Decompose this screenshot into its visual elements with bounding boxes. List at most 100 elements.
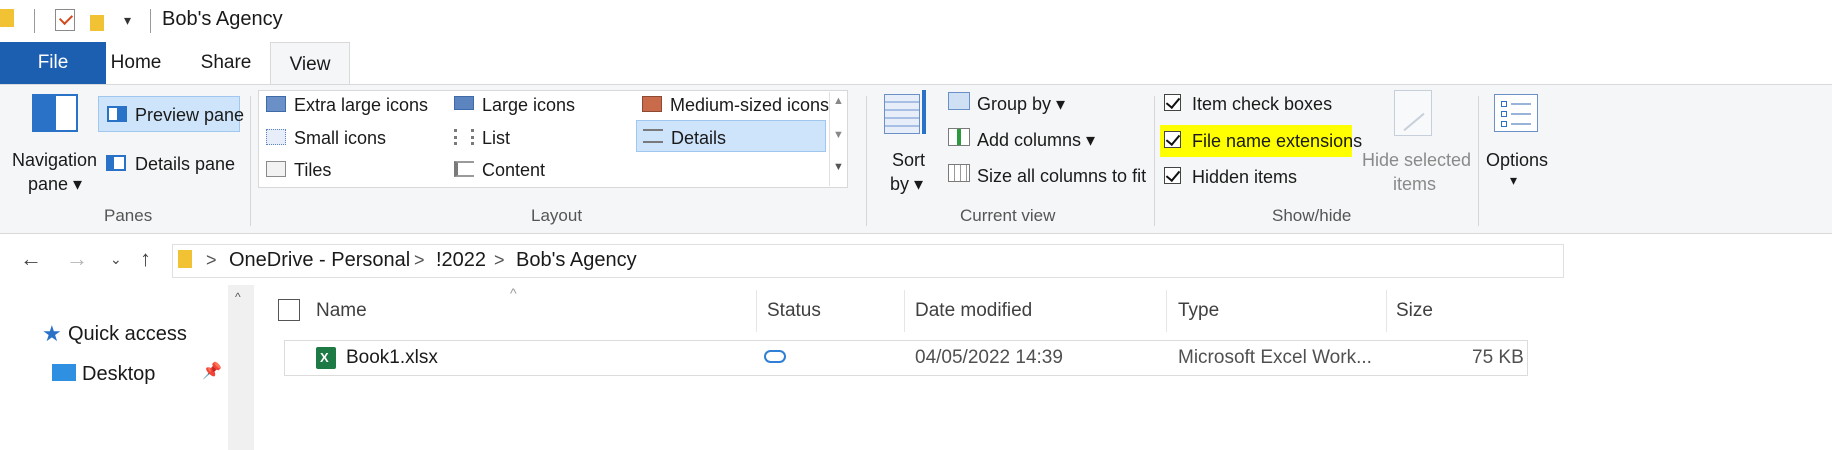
layout-large-icons[interactable]: Large icons — [482, 96, 575, 114]
sidebar-item-desktop[interactable]: Desktop — [82, 364, 155, 384]
gallery-scroll-up-icon[interactable]: ▲ — [833, 96, 844, 107]
navigation-pane-dropdown[interactable]: pane ▾ — [28, 175, 82, 193]
sort-by-dropdown[interactable]: by ▾ — [890, 175, 923, 193]
properties-icon[interactable] — [55, 9, 75, 31]
navigation-pane-label[interactable]: Navigation — [12, 151, 97, 169]
layout-details[interactable]: Details — [636, 120, 826, 152]
item-check-boxes-checkbox[interactable] — [1164, 94, 1181, 111]
breadcrumb-onedrive[interactable]: OneDrive - Personal — [229, 250, 410, 270]
group-label-layout: Layout — [531, 206, 583, 225]
layout-medium-sized-icons[interactable]: Medium-sized icons — [670, 96, 829, 114]
options-dropdown-icon[interactable]: ▾ — [1510, 173, 1517, 187]
size-columns-icon — [948, 164, 970, 182]
up-arrow-icon[interactable]: ↑ — [140, 248, 151, 270]
forward-arrow-icon[interactable]: → — [66, 248, 88, 270]
column-header-size[interactable]: Size — [1396, 301, 1433, 320]
details-icon — [643, 129, 663, 143]
breadcrumb-2022[interactable]: !2022 — [436, 250, 486, 270]
column-separator[interactable] — [1386, 290, 1387, 332]
preview-pane-button[interactable]: Preview pane — [98, 96, 244, 132]
sidebar-item-quick-access[interactable]: Quick access — [68, 324, 187, 344]
toolbar-separator — [34, 9, 35, 33]
breadcrumb-separator[interactable]: > — [206, 251, 217, 269]
breadcrumb-separator[interactable]: > — [414, 251, 425, 269]
group-by-button[interactable]: Group by ▾ — [977, 95, 1065, 113]
hide-selected-icon[interactable] — [1394, 90, 1432, 136]
large-icons-icon — [454, 96, 474, 110]
gallery-expand-icon[interactable]: ▼ — [833, 162, 844, 173]
preview-pane-icon — [107, 106, 127, 122]
sidebar-scrollbar[interactable]: ^ — [228, 285, 254, 450]
folder-icon — [0, 9, 14, 27]
layout-list[interactable]: List — [482, 129, 510, 147]
group-label-show-hide: Show/hide — [1272, 206, 1352, 225]
hide-selected-label-2[interactable]: items — [1393, 175, 1436, 193]
back-arrow-icon[interactable]: ← — [20, 248, 42, 270]
tiles-icon — [266, 161, 286, 177]
size-all-columns-button[interactable]: Size all columns to fit — [977, 167, 1146, 185]
tab-file[interactable]: File — [0, 42, 106, 84]
group-label-panes: Panes — [104, 206, 153, 225]
customize-toolbar-dropdown[interactable]: ▾ — [124, 13, 131, 27]
tab-home[interactable]: Home — [106, 42, 166, 84]
hide-selected-label[interactable]: Hide selected — [1362, 151, 1471, 169]
scroll-up-icon[interactable]: ^ — [235, 291, 241, 303]
medium-icons-icon — [642, 96, 662, 112]
navigation-pane-icon[interactable] — [32, 94, 78, 132]
column-separator[interactable] — [756, 290, 757, 332]
sort-by-icon[interactable] — [884, 94, 920, 134]
column-separator[interactable] — [1166, 290, 1167, 332]
file-name-extensions-checkbox[interactable] — [1164, 131, 1181, 148]
small-icons-icon — [266, 129, 286, 145]
breadcrumb-bobs-agency[interactable]: Bob's Agency — [516, 250, 637, 270]
column-header-status[interactable]: Status — [767, 301, 821, 320]
column-header-name[interactable]: Name — [316, 301, 367, 320]
file-name-extensions-label[interactable]: File name extensions — [1192, 132, 1362, 150]
details-pane-label[interactable]: Details pane — [135, 155, 235, 173]
options-button[interactable]: Options — [1486, 151, 1548, 169]
details-pane-icon[interactable] — [106, 155, 126, 171]
layout-small-icons[interactable]: Small icons — [294, 129, 386, 147]
file-type: Microsoft Excel Work... — [1178, 347, 1372, 368]
column-header-date-modified[interactable]: Date modified — [915, 301, 1032, 320]
content-icon — [454, 161, 474, 177]
layout-details-label: Details — [671, 128, 727, 148]
sort-arrow-icon — [922, 90, 926, 134]
new-folder-icon[interactable] — [90, 13, 106, 31]
tab-view[interactable]: View — [270, 42, 350, 86]
add-columns-button[interactable]: Add columns ▾ — [977, 131, 1095, 149]
group-separator — [1478, 96, 1479, 226]
gallery-scroll-down-icon[interactable]: ▼ — [833, 130, 844, 141]
group-separator — [250, 96, 251, 226]
options-icon[interactable] — [1494, 94, 1538, 132]
pin-icon[interactable]: 📌 — [202, 364, 222, 380]
toolbar-separator — [150, 9, 151, 33]
tab-share[interactable]: Share — [194, 42, 258, 84]
layout-content[interactable]: Content — [482, 161, 545, 179]
layout-tiles[interactable]: Tiles — [294, 161, 331, 179]
column-header-type[interactable]: Type — [1178, 301, 1219, 320]
sort-by-label[interactable]: Sort — [892, 151, 925, 169]
breadcrumb-separator[interactable]: > — [494, 251, 505, 269]
recent-locations-icon[interactable]: ⌄ — [110, 252, 122, 266]
add-columns-icon — [948, 128, 970, 146]
select-all-checkbox[interactable] — [278, 299, 300, 321]
group-separator — [1154, 96, 1155, 226]
folder-icon — [178, 250, 192, 268]
hidden-items-label[interactable]: Hidden items — [1192, 168, 1297, 186]
column-separator[interactable] — [904, 290, 905, 332]
star-icon: ★ — [42, 321, 62, 346]
item-check-boxes-label[interactable]: Item check boxes — [1192, 95, 1332, 113]
sort-indicator-icon: ^ — [510, 285, 517, 301]
list-icon — [454, 129, 474, 145]
window-title: Bob's Agency — [162, 8, 283, 30]
excel-file-icon: X — [316, 347, 336, 369]
layout-extra-large-icons[interactable]: Extra large icons — [294, 96, 428, 114]
group-by-icon — [948, 92, 970, 110]
file-name[interactable]: Book1.xlsx — [346, 348, 438, 367]
hidden-items-checkbox[interactable] — [1164, 167, 1181, 184]
title-bar: ▾ Bob's Agency — [0, 0, 1832, 42]
gallery-scroll[interactable]: ▲ ▼ ▼ — [829, 92, 847, 186]
file-date-modified: 04/05/2022 14:39 — [915, 347, 1063, 368]
group-label-current-view: Current view — [960, 206, 1056, 225]
